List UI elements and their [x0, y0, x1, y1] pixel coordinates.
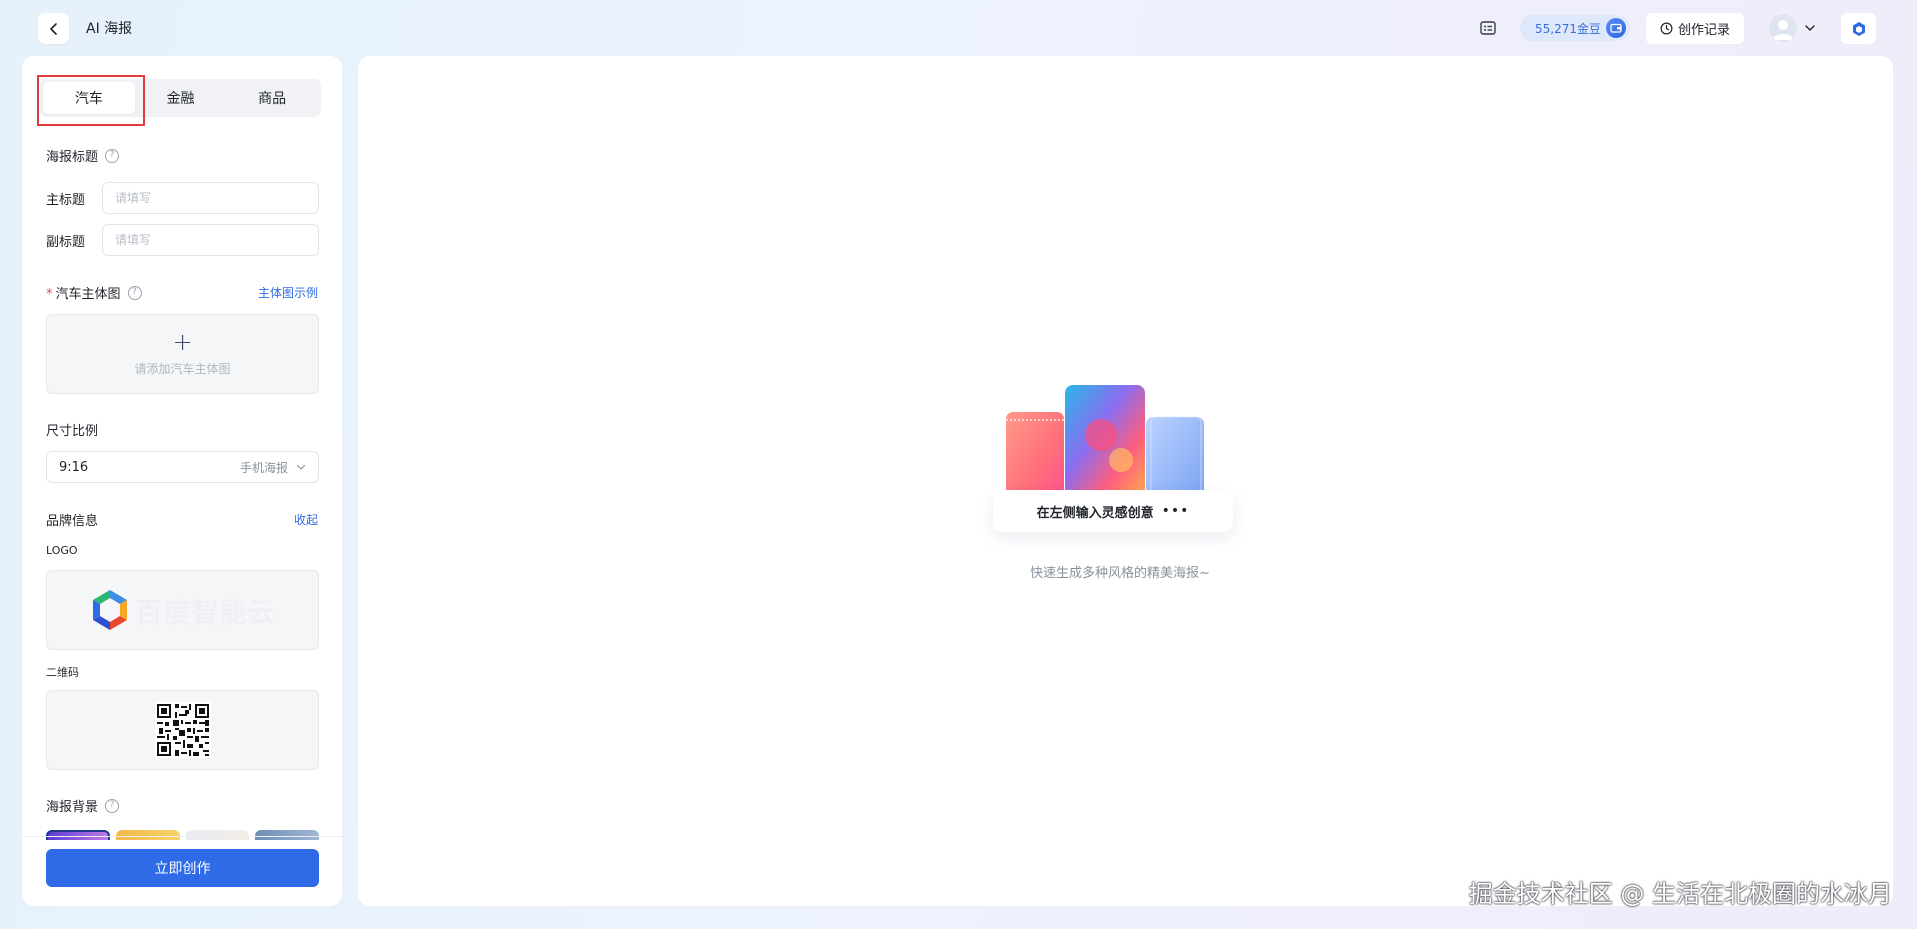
- empty-state: 在左侧输入灵感创意 •••: [993, 380, 1253, 580]
- plus-icon: +: [172, 327, 193, 356]
- qrcode-upload[interactable]: [46, 690, 319, 770]
- car-image-label: 汽车主体图: [55, 287, 121, 302]
- tab-product[interactable]: 商品: [226, 82, 318, 114]
- car-image-example-link[interactable]: 主体图示例: [258, 284, 318, 301]
- brand-info-label: 品牌信息: [46, 514, 99, 529]
- main-title-row: 主标题: [46, 182, 319, 214]
- background-swatch[interactable]: [115, 830, 180, 840]
- poster-background-label: 海报背景: [46, 800, 99, 815]
- coin-balance[interactable]: 55,271金豆: [1520, 15, 1630, 41]
- ratio-select[interactable]: 9:16 手机海报: [46, 451, 319, 483]
- logo-upload[interactable]: 百度智能云: [46, 570, 319, 650]
- back-button[interactable]: [38, 13, 69, 44]
- car-image-section: * 汽车主体图 ?: [46, 283, 142, 302]
- main-title-label: 主标题: [46, 192, 86, 208]
- ratio-section-label: 尺寸比例: [46, 424, 99, 439]
- background-swatch[interactable]: [255, 830, 319, 840]
- sub-title-label: 副标题: [46, 234, 86, 250]
- help-icon[interactable]: ?: [127, 285, 142, 300]
- background-swatches: [46, 830, 319, 840]
- help-icon[interactable]: ?: [105, 798, 120, 813]
- help-icon[interactable]: ?: [105, 148, 120, 163]
- brand-logo: 百度智能云: [90, 588, 276, 632]
- app-title: AI 海报: [86, 21, 133, 37]
- poster-title-label: 海报标题: [46, 150, 99, 165]
- chevron-left-icon: [49, 22, 57, 35]
- tab-finance[interactable]: 金融: [135, 82, 227, 114]
- ratio-sub-label: 手机海报: [239, 460, 288, 475]
- empty-caption: 快速生成多种风格的精美海报~: [1030, 566, 1210, 581]
- logo-label: LOGO: [46, 544, 78, 557]
- brand-button[interactable]: [1841, 13, 1876, 44]
- main-title-input[interactable]: [102, 182, 319, 214]
- sub-title-row: 副标题: [46, 224, 319, 256]
- qrcode-label: 二维码: [46, 666, 79, 679]
- left-config-panel: 汽车 金融 商品 海报标题 ? 主标题 副标题 *汽车主体图 ? 主体图示例 +…: [22, 56, 342, 906]
- car-image-upload-hint: 请添加汽车主体图: [134, 361, 231, 376]
- tab-car[interactable]: 汽车: [43, 82, 135, 114]
- clock-icon: [1660, 22, 1673, 35]
- empty-prompt-text: 在左侧输入灵感创意: [1036, 505, 1154, 521]
- hexagon-logo-icon: [1852, 21, 1865, 36]
- brand-collapse-link[interactable]: 收起: [294, 511, 318, 528]
- wallet-icon: [1606, 18, 1626, 38]
- user-icon: [1773, 20, 1793, 40]
- ratio-value: 9:16: [59, 459, 89, 475]
- car-image-upload[interactable]: + 请添加汽车主体图: [46, 314, 319, 394]
- baidu-cloud-logo-icon: [92, 590, 127, 630]
- create-now-button[interactable]: 立即创作: [46, 849, 319, 887]
- sub-title-input[interactable]: [102, 224, 319, 256]
- poster-preview-area: 在左侧输入灵感创意 ••• 快速生成多种风格的精美海报~: [358, 56, 1893, 906]
- chevron-down-icon[interactable]: [1804, 22, 1816, 34]
- empty-prompt-card: 在左侧输入灵感创意 •••: [993, 490, 1233, 532]
- background-swatch[interactable]: [185, 830, 250, 840]
- poster-background-section: 海报背景 ?: [46, 796, 120, 815]
- qrcode-image: [154, 702, 211, 758]
- watermark: 掘金技术社区 @ 生活在北极圈的水冰月: [1468, 880, 1892, 908]
- poster-title-section: 海报标题 ?: [46, 146, 120, 165]
- top-bar: AI 海报 55,271金豆 创作记录: [0, 0, 1917, 56]
- template-list-icon[interactable]: [1478, 18, 1498, 38]
- coin-balance-text: 55,271金豆: [1535, 21, 1601, 36]
- category-tabs: 汽车 金融 商品: [40, 79, 321, 117]
- creation-records-button[interactable]: 创作记录: [1646, 13, 1744, 44]
- typing-dots-icon: •••: [1161, 503, 1190, 519]
- creation-records-label: 创作记录: [1677, 23, 1730, 38]
- background-swatch[interactable]: [46, 830, 110, 840]
- chevron-down-icon: [296, 464, 306, 470]
- logo-text: 百度智能云: [135, 597, 276, 629]
- avatar[interactable]: [1769, 14, 1797, 42]
- required-mark: *: [46, 287, 53, 302]
- divider: [22, 836, 342, 837]
